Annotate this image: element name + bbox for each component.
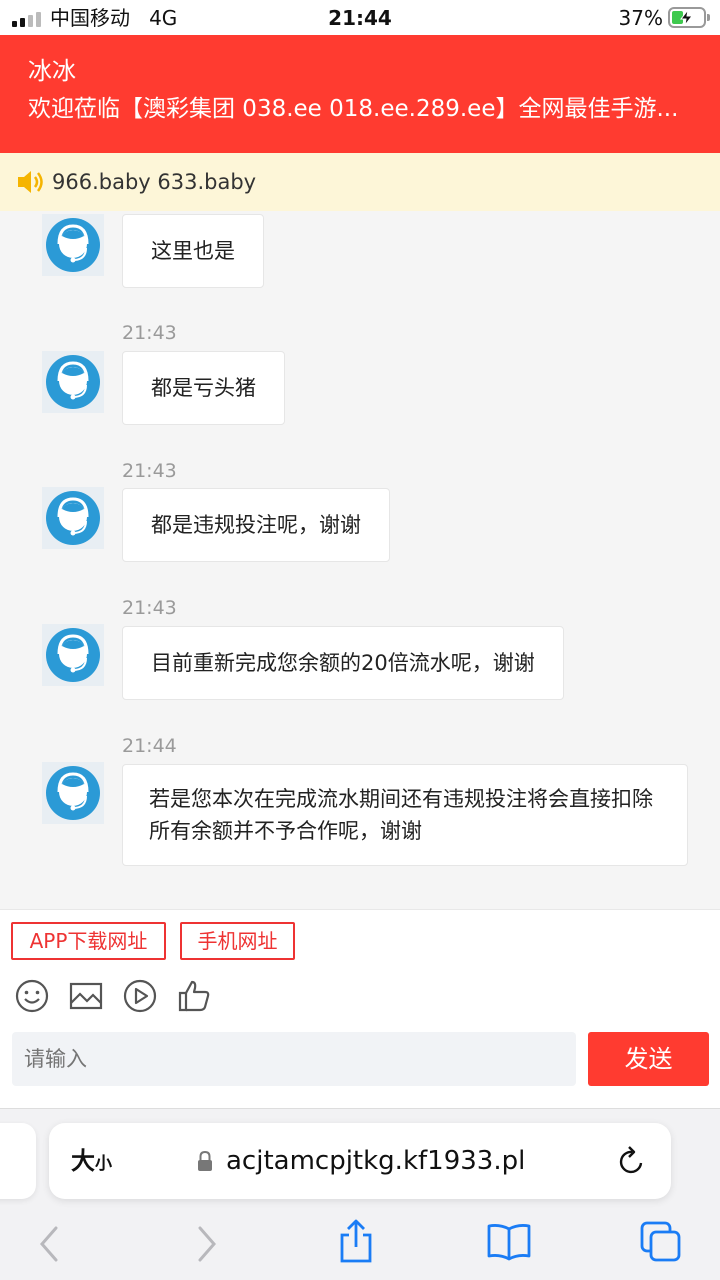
avatar <box>42 487 104 549</box>
toolbar <box>14 978 212 1014</box>
avatar <box>42 214 104 276</box>
avatar <box>42 624 104 686</box>
message-bubble: 若是您本次在完成流水期间还有违规投注将会直接扣除所有余额并不予合作呢，谢谢 <box>122 764 688 866</box>
agent-avatar-icon <box>46 218 100 272</box>
message-bubble: 都是亏头猪 <box>122 351 285 425</box>
chat-header: 冰冰 欢迎莅临【澳彩集团 038.ee 018.ee.289.ee】全网最佳手游… <box>0 35 720 153</box>
composer-panel: APP下载网址 手机网址 发送 <box>0 909 720 1108</box>
chat-area[interactable]: 这里也是 21:43 都是亏头猪 21:43 都是违规投注呢，谢谢 21:43 … <box>0 211 720 909</box>
agent-avatar-icon <box>46 766 100 820</box>
message-time: 21:43 <box>122 322 177 344</box>
speaker-icon <box>18 171 43 193</box>
message-time: 21:43 <box>122 460 177 482</box>
message-input[interactable] <box>12 1032 576 1086</box>
welcome-message: 欢迎莅临【澳彩集团 038.ee 018.ee.289.ee】全网最佳手游... <box>28 96 679 122</box>
message-bubble: 都是违规投注呢，谢谢 <box>122 488 390 562</box>
agent-avatar-icon <box>46 491 100 545</box>
mobile-site-button[interactable]: 手机网址 <box>180 922 295 960</box>
battery-icon <box>668 7 710 28</box>
address-bar[interactable]: 大小 acjtamcpjtkg.kf1933.pl <box>49 1123 671 1199</box>
text-size-button[interactable]: 大小 <box>71 1145 112 1180</box>
avatar <box>42 762 104 824</box>
image-icon[interactable] <box>68 978 104 1014</box>
lock-icon <box>198 1150 212 1171</box>
app-download-button[interactable]: APP下载网址 <box>11 922 166 960</box>
reload-icon[interactable] <box>617 1145 647 1177</box>
back-icon[interactable] <box>36 1225 64 1267</box>
bookmarks-icon[interactable] <box>486 1223 532 1265</box>
notice-bar: 966.baby 633.baby <box>0 153 720 211</box>
notice-text: 966.baby 633.baby <box>52 170 257 194</box>
thumbs-up-icon[interactable] <box>176 978 212 1014</box>
tabs-icon[interactable] <box>640 1221 682 1267</box>
agent-avatar-icon <box>46 628 100 682</box>
message-time: 21:44 <box>122 735 177 757</box>
status-bar: 中国移动 4G 21:44 37% <box>0 0 720 35</box>
browser-toolbar: 大小 acjtamcpjtkg.kf1933.pl <box>0 1108 720 1280</box>
battery-percent: 37% <box>618 6 663 30</box>
emoji-icon[interactable] <box>14 978 50 1014</box>
share-icon[interactable] <box>336 1219 376 1267</box>
clock: 21:44 <box>328 6 392 30</box>
agent-avatar-icon <box>46 355 100 409</box>
forward-icon[interactable] <box>192 1225 220 1267</box>
browser-nav <box>0 1219 720 1269</box>
message-bubble: 这里也是 <box>122 214 264 288</box>
previous-tab[interactable] <box>0 1123 36 1199</box>
charging-bolt-icon <box>679 9 694 26</box>
avatar <box>42 351 104 413</box>
message-time: 21:43 <box>122 597 177 619</box>
video-icon[interactable] <box>122 978 158 1014</box>
message-bubble: 目前重新完成您余额的20倍流水呢，谢谢 <box>122 626 564 700</box>
url-text: acjtamcpjtkg.kf1933.pl <box>226 1146 526 1176</box>
send-button[interactable]: 发送 <box>588 1032 709 1086</box>
agent-name: 冰冰 <box>28 57 76 85</box>
